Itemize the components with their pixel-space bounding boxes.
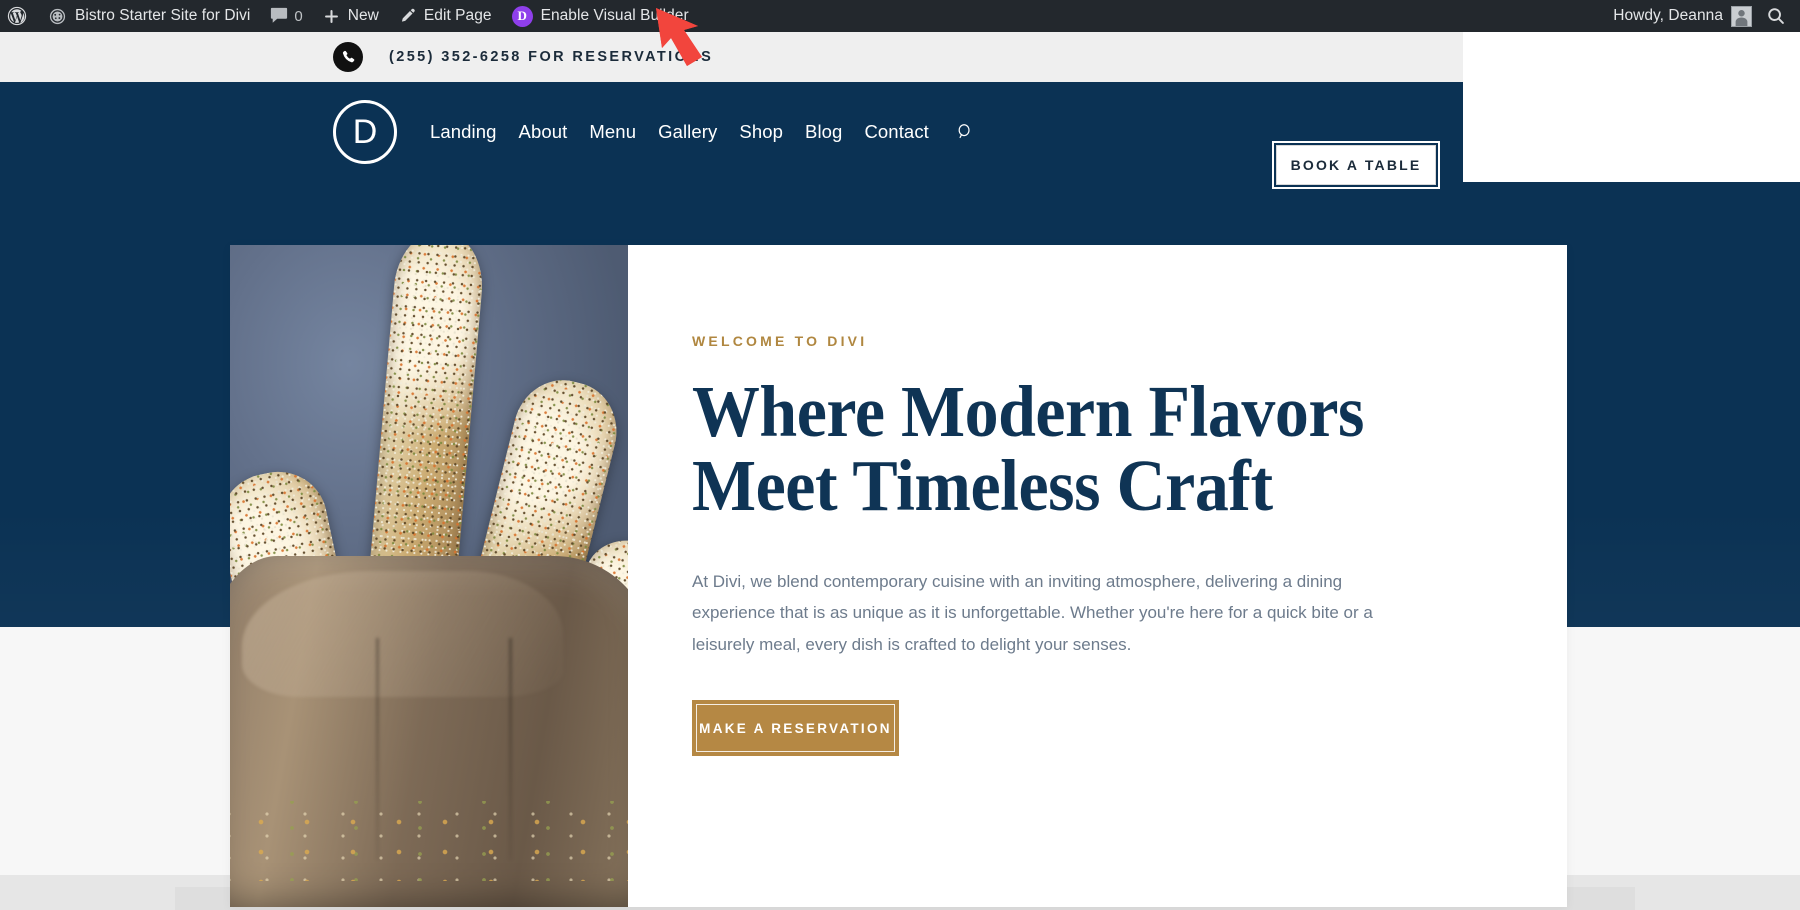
new-content-menu[interactable]: New [313, 0, 389, 32]
reservations-phone-text: (255) 352-6258 FOR RESERVATIONS [389, 49, 714, 65]
search-icon[interactable] [955, 122, 975, 142]
enable-visual-builder-label: Enable Visual Builder [540, 7, 689, 24]
paper-bag-fold [241, 570, 563, 697]
wp-logo-menu[interactable] [0, 0, 38, 32]
book-a-table-button-wrap: BOOK A TABLE [1272, 141, 1440, 189]
top-info-bar: (255) 352-6258 FOR RESERVATIONS [0, 32, 1463, 82]
make-a-reservation-button-wrap[interactable]: MAKE A RESERVATION [692, 700, 899, 757]
comment-bubble-icon [270, 8, 288, 25]
comments-menu[interactable]: 0 [260, 0, 312, 32]
make-a-reservation-button[interactable]: MAKE A RESERVATION [696, 704, 895, 753]
nav-item-menu[interactable]: Menu [589, 121, 636, 143]
site-name-menu[interactable]: Bistro Starter Site for Divi [38, 0, 260, 32]
nav-item-landing[interactable]: Landing [430, 121, 497, 143]
hero-eyebrow: WELCOME TO DIVI [692, 333, 868, 349]
dashboard-icon [48, 7, 67, 26]
site-name-label: Bistro Starter Site for Divi [75, 7, 251, 24]
admin-bar-left-group: Bistro Starter Site for Divi 0 New Edit … [0, 0, 699, 32]
primary-menu: Landing About Menu Gallery Shop Blog Con… [430, 121, 975, 143]
hero-image [230, 245, 628, 907]
nav-item-shop[interactable]: Shop [739, 121, 783, 143]
wordpress-logo-icon [6, 5, 28, 27]
book-a-table-button[interactable]: BOOK A TABLE [1276, 145, 1436, 185]
wp-admin-bar: Bistro Starter Site for Divi 0 New Edit … [0, 0, 1800, 32]
scattered-seeds [230, 801, 628, 881]
howdy-label: Howdy, Deanna [1613, 7, 1723, 24]
edit-page-label: Edit Page [423, 7, 492, 24]
hero-body-text: At Divi, we blend contemporary cuisine w… [692, 571, 1373, 654]
divi-logo-icon: D [511, 5, 533, 27]
info-bar-inner: (255) 352-6258 FOR RESERVATIONS [0, 42, 713, 72]
nav-item-gallery[interactable]: Gallery [658, 121, 717, 143]
hero-text-column: WELCOME TO DIVI Where Modern Flavors Mee… [628, 245, 1567, 907]
user-avatar-icon [1731, 5, 1752, 27]
hero-title-line-2: Meet Timeless Craft [692, 445, 1273, 527]
edit-page-button[interactable]: Edit Page [389, 0, 502, 32]
phone-icon [333, 42, 363, 72]
hero-card: WELCOME TO DIVI Where Modern Flavors Mee… [230, 245, 1567, 907]
hero-title: Where Modern Flavors Meet Timeless Craft [692, 371, 1441, 527]
enable-visual-builder-button[interactable]: D Enable Visual Builder [502, 0, 699, 32]
site-viewport: (255) 352-6258 FOR RESERVATIONS D Landin… [0, 32, 1800, 910]
hero-title-line-1: Where Modern Flavors [692, 371, 1364, 452]
my-account-menu[interactable]: Howdy, Deanna [1603, 0, 1762, 32]
plus-icon [323, 8, 340, 25]
nav-item-contact[interactable]: Contact [864, 121, 928, 143]
screenshot-root: Bistro Starter Site for Divi 0 New Edit … [0, 0, 1800, 910]
comments-count: 0 [294, 7, 303, 25]
nav-item-blog[interactable]: Blog [805, 121, 842, 143]
right-white-panel [1463, 32, 1800, 185]
search-icon[interactable] [1766, 6, 1786, 26]
new-label: New [347, 7, 379, 24]
admin-bar-right-group: Howdy, Deanna [1603, 0, 1800, 32]
nav-item-about[interactable]: About [519, 121, 568, 143]
site-logo[interactable]: D [333, 100, 397, 164]
pencil-icon [399, 8, 416, 25]
